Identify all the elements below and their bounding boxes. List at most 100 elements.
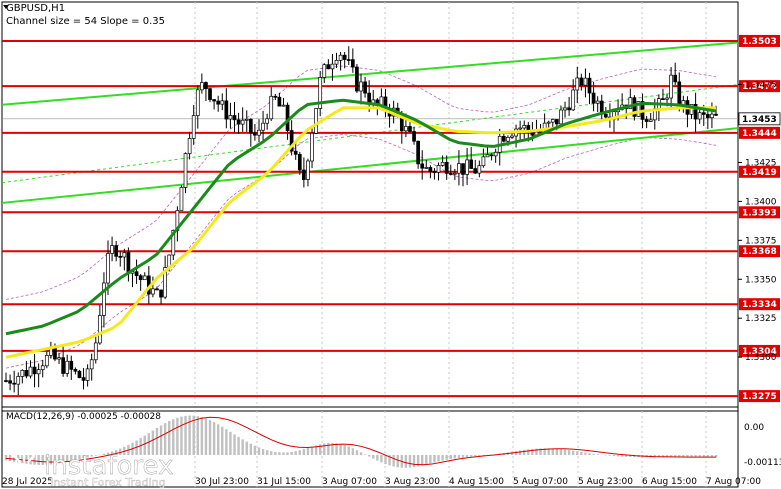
level-tag-label: 1.3368 (742, 247, 777, 257)
candle-body (28, 366, 33, 377)
candle-body (710, 113, 714, 119)
candle-body (81, 377, 86, 381)
candle-body (363, 81, 367, 94)
candle-body (110, 245, 114, 254)
candle-body (44, 355, 49, 367)
macd-label: MACD(12,26,9) -0.00025 -0.00028 (6, 412, 161, 422)
price-tick-label: 1.3475 (745, 81, 777, 91)
candle-body (579, 77, 584, 86)
symbol-title: GBPUSD,H1 (6, 3, 65, 14)
level-tag-label: 1.3275 (742, 392, 777, 402)
candle-body (555, 119, 559, 125)
candle-body (151, 288, 155, 295)
candle-body (338, 54, 343, 61)
price-tick-label: 1.3325 (745, 314, 777, 324)
current-price-label: 1.3453 (742, 115, 777, 125)
candle-body (228, 115, 233, 120)
level-tag-label: 1.3503 (742, 37, 777, 47)
candle-body (102, 282, 106, 316)
level-tag-label: 1.3444 (742, 129, 777, 139)
candle-body (244, 118, 249, 121)
candle-body (644, 119, 649, 122)
candle-body (546, 121, 551, 124)
price-chart[interactable]: 1.35031.34741.34441.34191.33931.33681.33… (0, 0, 781, 489)
time-label: 3 Aug 23:00 (385, 477, 440, 487)
candle-body (204, 82, 208, 90)
candle-body (32, 366, 37, 375)
candle-body (416, 140, 420, 165)
candle-body (322, 64, 327, 78)
candle-body (16, 376, 21, 385)
candle-body (330, 63, 335, 70)
time-label: 3 Aug 07:00 (322, 477, 377, 487)
candle-body (501, 135, 506, 142)
candle-body (293, 150, 298, 155)
candle-body (273, 95, 278, 98)
candle-body (77, 370, 82, 378)
time-label: 7 Aug 07:00 (706, 477, 761, 487)
candle-body (191, 115, 196, 139)
price-tick-label: 1.3425 (745, 158, 777, 168)
candle-body (481, 156, 486, 167)
candle-body (424, 167, 429, 169)
candle-body (342, 54, 347, 60)
candle-body (587, 77, 592, 94)
candle-body (432, 171, 437, 173)
candle-body (106, 253, 110, 284)
candle-body (457, 163, 461, 174)
candle-body (665, 97, 669, 100)
logo-star-icon (8, 450, 40, 482)
candle-body (489, 154, 494, 157)
candle-body (208, 88, 212, 100)
candle-body (20, 370, 25, 377)
candle-body (510, 135, 514, 138)
candle-body (269, 95, 274, 120)
level-tag-label: 1.3419 (742, 168, 777, 178)
candle-body (53, 347, 57, 360)
candle-body (240, 119, 245, 125)
candle-body (281, 104, 286, 107)
price-tick-label: 1.3300 (745, 353, 777, 363)
candle-body (4, 380, 8, 382)
candle-body (506, 137, 510, 142)
candle-body (98, 315, 102, 344)
logo-tagline: Instant Forex Trading (50, 476, 166, 489)
candle-body (603, 113, 608, 118)
candle-body (248, 118, 253, 134)
candle-body (310, 132, 314, 162)
candle-body (334, 59, 339, 65)
candle-body (236, 119, 241, 125)
macd-level-top: 0.00 (744, 423, 764, 433)
candle-body (159, 289, 163, 298)
candle-body (461, 163, 465, 175)
candle-body (118, 255, 123, 258)
candle-body (89, 359, 94, 370)
price-tick-label: 1.3400 (745, 197, 777, 207)
candle-body (155, 288, 159, 291)
candle-body (412, 131, 416, 142)
candle-body (216, 100, 221, 105)
time-label: 5 Aug 23:00 (578, 477, 633, 487)
candle-body (220, 100, 225, 105)
candle-body (575, 77, 580, 91)
candle-body (69, 360, 74, 370)
candle-body (350, 59, 355, 68)
candle-body (673, 74, 678, 83)
time-label: 30 Jul 23:00 (195, 477, 249, 487)
candle-body (65, 360, 70, 374)
candle-body (93, 342, 98, 361)
candle-body (57, 357, 61, 360)
candle-body (200, 82, 204, 91)
candle-body (477, 165, 482, 174)
candle-body (440, 161, 445, 166)
candle-body (571, 89, 576, 111)
candle-body (302, 169, 306, 180)
candle-body (179, 187, 184, 211)
candle-body (697, 112, 702, 120)
candle-body (277, 96, 282, 107)
candle-body (40, 365, 45, 370)
candle-body (714, 113, 718, 116)
macd-level-bottom: -0.00113 (744, 458, 781, 468)
candle-body (134, 271, 139, 277)
candle-body (485, 154, 490, 158)
